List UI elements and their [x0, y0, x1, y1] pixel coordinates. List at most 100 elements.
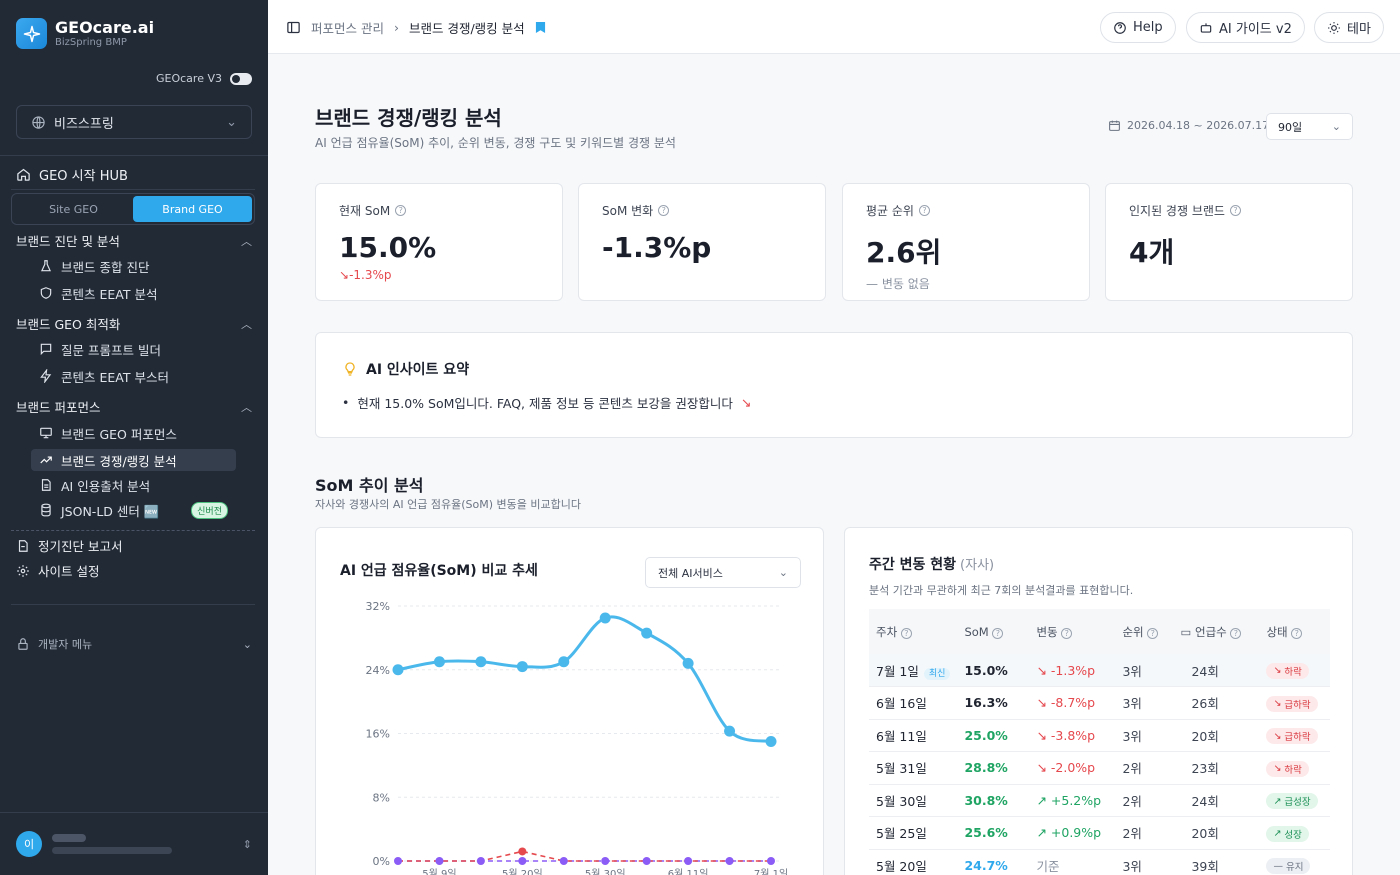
col-status[interactable]: 상태 ?: [1259, 609, 1330, 654]
col-week[interactable]: 주차 ?: [869, 609, 957, 654]
cell-mentions: 24회: [1173, 654, 1260, 687]
sidebar-item-prompt-builder[interactable]: 질문 프롬프트 빌더: [31, 338, 236, 360]
cell-status: — 유지: [1259, 849, 1330, 875]
bolt-icon: [40, 369, 52, 383]
status-badge: ↘ 급하락: [1266, 695, 1318, 712]
help-icon: [1114, 21, 1126, 34]
question-icon[interactable]: ?: [1229, 205, 1241, 216]
status-badge: ↘ 하락: [1266, 760, 1309, 777]
ai-guide-button[interactable]: AI 가이드 v2: [1186, 12, 1305, 43]
y-tick-label: 16%: [366, 728, 390, 741]
hub-label: GEO 시작 HUB: [39, 169, 128, 184]
item-label: 브랜드 GEO 퍼포먼스: [61, 426, 177, 442]
item-label: 정기진단 보고서: [38, 539, 123, 554]
user-info-redacted: [52, 834, 172, 854]
breadcrumb-parent[interactable]: 퍼포먼스 관리: [311, 18, 384, 37]
sidebar-item-report[interactable]: 정기진단 보고서: [16, 536, 122, 555]
table-header-row: 주차 ? SoM ? 변동 ? 순위 ? ▭ 언급수 ? 상태 ?: [869, 609, 1330, 654]
date-range: 2026.04.18 ~ 2026.07.17: [1108, 119, 1269, 132]
table-row: 5월 31일 28.8% ↘ -2.0%p 2위 23회 ↘ 하락: [869, 751, 1330, 785]
cell-status: ↘ 급하락: [1259, 686, 1330, 720]
question-icon[interactable]: ?: [395, 205, 407, 216]
trend-icon: ↘: [1036, 760, 1051, 776]
sidebar-item-eeat-analysis[interactable]: 콘텐츠 EEAT 분석: [31, 282, 236, 304]
brand-logo-area[interactable]: GEOcare.ai BizSpring BMP: [16, 18, 154, 49]
data-point: [476, 857, 485, 865]
series-line-own: [397, 615, 772, 743]
sidebar-toggle-icon[interactable]: [286, 20, 301, 35]
divider: [0, 812, 268, 813]
app-subtitle: BizSpring BMP: [55, 36, 127, 48]
data-point: [475, 656, 487, 668]
item-label: AI 인용출처 분석: [61, 478, 151, 494]
data-point: [433, 656, 445, 668]
robot-icon: [1200, 22, 1212, 33]
table-row: 6월 16일 16.3% ↘ -8.7%p 3위 26회 ↘ 급하락: [869, 686, 1330, 720]
cell-som: 24.7%: [957, 849, 1030, 875]
x-tick-label: 7월 1일: [754, 868, 788, 875]
sidebar-item-brand-diagnosis[interactable]: 브랜드 종합 진단: [31, 255, 236, 277]
workspace-select[interactable]: 비즈스프링 ⌄: [16, 105, 252, 139]
col-som[interactable]: SoM ?: [957, 609, 1029, 654]
tab-site-geo[interactable]: Site GEO: [14, 196, 133, 222]
y-tick-label: 8%: [373, 791, 390, 804]
sidebar-item-competition-ranking[interactable]: 브랜드 경쟁/랭킹 분석: [31, 449, 236, 471]
sidebar-group-performance[interactable]: 브랜드 퍼포먼스 ︿: [16, 397, 252, 416]
cell-week: 6월 16일: [869, 686, 958, 720]
shield-icon: [40, 287, 52, 299]
trend-icon: ↗: [1036, 792, 1051, 808]
stat-label: 인지된 경쟁 브랜드: [1129, 204, 1225, 218]
page-subtitle: AI 언급 점유율(SoM) 추이, 순위 변동, 경쟁 구도 및 키워드별 경…: [315, 136, 676, 150]
bookmark-icon[interactable]: [535, 21, 546, 34]
weekly-table: 주차 ? SoM ? 변동 ? 순위 ? ▭ 언급수 ? 상태 ? 7월 1일 최…: [869, 609, 1330, 875]
divider: [11, 604, 255, 605]
trend-icon: ↘: [1273, 665, 1282, 677]
help-button[interactable]: Help: [1100, 12, 1176, 43]
sidebar-item-jsonld-center[interactable]: JSON-LD 센터 🆕 신버전: [31, 499, 236, 521]
som-trend-chart: 0% 8% 16% 24% 32% 5월 9일 5월 20일 5월 30일 6월 11일 7월 1…: [366, 600, 789, 875]
question-icon[interactable]: ?: [658, 205, 670, 216]
sidebar-group-diagnosis[interactable]: 브랜드 진단 및 분석 ︿: [16, 231, 252, 250]
chevron-up-icon: ︿: [241, 317, 252, 331]
sidebar-item-geo-performance[interactable]: 브랜드 GEO 퍼포먼스: [31, 422, 236, 444]
trend-down-icon: ↘: [339, 268, 350, 282]
table-row: 7월 1일 최신 15.0% ↘ -1.3%p 3위 24회 ↘ 하락: [869, 654, 1330, 687]
trend-icon: —: [1273, 860, 1283, 872]
breadcrumb-separator-icon: ›: [393, 20, 399, 35]
trend-up-icon: [40, 456, 52, 464]
y-tick-label: 32%: [366, 600, 390, 613]
section-subtitle: 자사와 경쟁사의 AI 언급 점유율(SoM) 변동을 비교합니다: [315, 498, 581, 511]
status-badge: ↘ 하락: [1266, 662, 1309, 679]
y-tick-label: 24%: [366, 664, 390, 677]
col-mentions[interactable]: ▭ 언급수 ?: [1173, 609, 1259, 654]
group-title: 브랜드 진단 및 분석: [16, 234, 120, 249]
geo-mode-segment: Site GEO Brand GEO: [11, 193, 255, 225]
dev-menu-toggle[interactable]: 개발자 메뉴 ⌄: [16, 636, 252, 652]
user-menu[interactable]: 이 ⇕: [16, 831, 252, 857]
col-rank[interactable]: 순위 ?: [1115, 609, 1173, 654]
section-title: SoM 추이 분석: [315, 476, 424, 495]
document-icon: [41, 479, 51, 491]
cell-status: ↘ 급하락: [1259, 719, 1330, 752]
cell-change: ↘ -3.8%p: [1029, 719, 1116, 752]
table-row: 5월 25일 25.6% ↗ +0.9%p 2위 20회 ↗ 성장: [869, 816, 1330, 850]
period-select[interactable]: 90일 ⌄: [1266, 113, 1353, 140]
cell-som: 25.6%: [957, 816, 1030, 850]
sidebar-item-hub[interactable]: GEO 시작 HUB: [16, 165, 128, 184]
version-toggle[interactable]: [230, 72, 252, 85]
question-icon[interactable]: ?: [918, 205, 930, 216]
sidebar-group-optimization[interactable]: 브랜드 GEO 최적화 ︿: [16, 314, 252, 333]
chevron-down-icon: ⌄: [242, 637, 252, 651]
data-point: [518, 847, 527, 856]
chevron-down-icon: ⌄: [226, 114, 237, 130]
data-point: [518, 857, 527, 865]
status-badge: ↗ 성장: [1266, 825, 1309, 842]
tab-brand-geo[interactable]: Brand GEO: [133, 196, 252, 222]
col-change[interactable]: 변동 ?: [1029, 609, 1115, 654]
data-point: [642, 857, 651, 865]
sidebar-item-eeat-booster[interactable]: 콘텐츠 EEAT 부스터: [31, 365, 236, 387]
period-value: 90일: [1278, 120, 1303, 134]
theme-button[interactable]: 테마: [1314, 12, 1384, 43]
sidebar-item-settings[interactable]: 사이트 설정: [16, 561, 99, 580]
sidebar-item-citation-analysis[interactable]: AI 인용출처 분석: [31, 474, 236, 496]
